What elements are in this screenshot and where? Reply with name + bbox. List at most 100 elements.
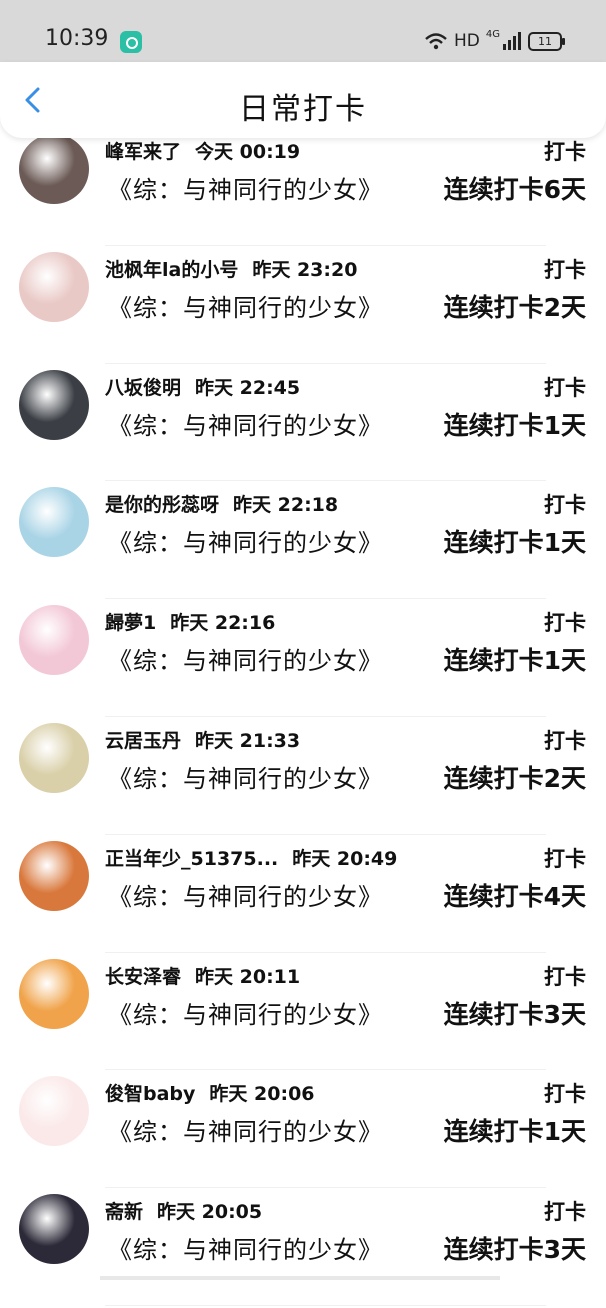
- avatar[interactable]: [19, 369, 89, 440]
- list-item[interactable]: 云居玉丹 昨天 21:33 《综：与神同行的少女》 打卡 连续打卡2天: [0, 719, 606, 837]
- list-item[interactable]: 是你的彤蕊呀 昨天 22:18 《综：与神同行的少女》 打卡 连续打卡1天: [0, 483, 606, 601]
- user-name[interactable]: 正当年少_51375... 昨天 20:49: [105, 844, 397, 871]
- checkin-time: 昨天 22:18: [233, 494, 339, 517]
- checkin-time: 今天 00:19: [195, 141, 301, 163]
- book-title[interactable]: 《综：与神同行的少女》: [108, 995, 383, 1030]
- action-label: 打卡: [544, 257, 586, 282]
- user-name-text: 是你的彤蕊呀: [105, 494, 220, 517]
- status-bar: 10:39 HD 4G 11: [0, 0, 606, 64]
- user-name[interactable]: 是你的彤蕊呀 昨天 22:18: [105, 490, 338, 517]
- status-indicators: HD 4G 11: [424, 29, 565, 53]
- avatar[interactable]: [19, 487, 89, 558]
- list-item[interactable]: 斋新 昨天 20:05 《综：与神同行的少女》 打卡 连续打卡3天: [0, 1190, 606, 1308]
- divider: [105, 480, 546, 482]
- book-title[interactable]: 《综：与神同行的少女》: [108, 523, 383, 558]
- list-item[interactable]: 池枫年la的小号 昨天 23:20 《综：与神同行的少女》 打卡 连续打卡2天: [0, 248, 606, 366]
- user-name-text: 峰军来了: [105, 141, 182, 163]
- user-name-text: 正当年少_51375...: [105, 847, 279, 870]
- action-label: 打卡: [544, 1200, 586, 1225]
- divider: [105, 244, 546, 246]
- avatar[interactable]: [19, 134, 89, 204]
- action-label: 打卡: [544, 140, 586, 164]
- divider: [105, 951, 546, 953]
- checkin-time: 昨天 20:06: [209, 1083, 315, 1106]
- user-name-text: 俊智baby: [105, 1083, 196, 1106]
- divider: [105, 598, 546, 600]
- list-item[interactable]: 峰军来了 今天 00:19 《综：与神同行的少女》 打卡 连续打卡6天: [0, 130, 606, 248]
- user-name[interactable]: 八坂俊明 昨天 22:45: [105, 373, 300, 400]
- user-name[interactable]: 峰军来了 今天 00:19: [105, 137, 300, 164]
- checkin-time: 昨天 20:05: [157, 1201, 263, 1224]
- avatar[interactable]: [19, 251, 89, 322]
- network-gen-label: 4G: [485, 29, 500, 40]
- avatar[interactable]: [19, 1194, 89, 1265]
- book-title[interactable]: 《综：与神同行的少女》: [108, 759, 383, 794]
- user-name[interactable]: 池枫年la的小号 昨天 23:20: [105, 255, 357, 282]
- user-name[interactable]: 歸夢1 昨天 22:16: [105, 608, 275, 635]
- page-title: 日常打卡: [239, 92, 367, 127]
- user-name-text: 云居玉丹: [105, 729, 182, 752]
- book-title[interactable]: 《综：与神同行的少女》: [108, 170, 383, 205]
- streak-label: 连续打卡3天: [443, 999, 586, 1029]
- list-item[interactable]: 歸夢1 昨天 22:16 《综：与神同行的少女》 打卡 连续打卡1天: [0, 601, 606, 719]
- user-name-text: 八坂俊明: [105, 376, 182, 399]
- list-item[interactable]: 正当年少_51375... 昨天 20:49 《综：与神同行的少女》 打卡 连续打…: [0, 837, 606, 955]
- streak-label: 连续打卡2天: [443, 292, 586, 322]
- list-item[interactable]: 八坂俊明 昨天 22:45 《综：与神同行的少女》 打卡 连续打卡1天: [0, 366, 606, 484]
- streak-label: 连续打卡2天: [443, 763, 586, 793]
- streak-label: 连续打卡3天: [443, 1235, 586, 1265]
- avatar[interactable]: [19, 605, 89, 676]
- status-time: 10:39: [45, 26, 109, 51]
- navigation-bar: 日常打卡: [0, 62, 606, 138]
- checkin-time: 昨天 23:20: [252, 258, 358, 281]
- streak-label: 连续打卡4天: [443, 881, 586, 911]
- avatar[interactable]: [19, 1076, 89, 1147]
- book-title[interactable]: 《综：与神同行的少女》: [108, 288, 383, 323]
- user-name[interactable]: 俊智baby 昨天 20:06: [105, 1079, 315, 1106]
- checkin-list: 峰军来了 今天 00:19 《综：与神同行的少女》 打卡 连续打卡6天 池枫年la…: [0, 134, 606, 1308]
- divider: [105, 1304, 546, 1306]
- user-name[interactable]: 云居玉丹 昨天 21:33: [105, 726, 300, 753]
- book-title[interactable]: 《综：与神同行的少女》: [108, 877, 383, 912]
- checkin-time: 昨天 22:16: [170, 612, 276, 635]
- user-name[interactable]: 斋新 昨天 20:05: [105, 1197, 262, 1224]
- list-item[interactable]: 俊智baby 昨天 20:06 《综：与神同行的少女》 打卡 连续打卡1天: [0, 1072, 606, 1190]
- divider: [105, 1187, 546, 1189]
- action-label: 打卡: [544, 728, 586, 753]
- action-label: 打卡: [544, 493, 586, 518]
- checkin-time: 昨天 22:45: [195, 376, 301, 399]
- book-title[interactable]: 《综：与神同行的少女》: [108, 406, 383, 441]
- action-label: 打卡: [544, 611, 586, 636]
- list-item[interactable]: 长安泽睿 昨天 20:11 《综：与神同行的少女》 打卡 连续打卡3天: [0, 955, 606, 1073]
- user-name-text: 斋新: [105, 1201, 144, 1224]
- checkin-time: 昨天 21:33: [195, 729, 301, 752]
- action-label: 打卡: [544, 1082, 586, 1107]
- book-title[interactable]: 《综：与神同行的少女》: [108, 641, 383, 676]
- checkin-time: 昨天 20:49: [292, 847, 398, 870]
- avatar[interactable]: [19, 722, 89, 793]
- streak-label: 连续打卡1天: [443, 410, 586, 440]
- user-name[interactable]: 长安泽睿 昨天 20:11: [105, 962, 300, 989]
- action-label: 打卡: [544, 375, 586, 400]
- book-title[interactable]: 《综：与神同行的少女》: [108, 1230, 383, 1265]
- scroll-indicator: [100, 1276, 500, 1280]
- checkin-time: 昨天 20:11: [195, 965, 301, 988]
- user-name-text: 池枫年la的小号: [105, 258, 239, 281]
- streak-label: 连续打卡6天: [443, 175, 586, 204]
- book-title[interactable]: 《综：与神同行的少女》: [108, 1112, 383, 1147]
- avatar[interactable]: [19, 958, 89, 1029]
- divider: [105, 1069, 546, 1071]
- divider: [105, 715, 546, 717]
- divider: [105, 362, 546, 364]
- streak-label: 连续打卡1天: [443, 528, 586, 558]
- action-label: 打卡: [544, 964, 586, 989]
- divider: [105, 833, 546, 835]
- avatar[interactable]: [19, 840, 89, 911]
- user-name-text: 长安泽睿: [105, 965, 182, 988]
- battery-icon: 11: [528, 31, 565, 51]
- app-notification-icon: [120, 31, 142, 53]
- network-hd-label: HD: [454, 31, 480, 51]
- user-name-text: 歸夢1: [105, 612, 157, 635]
- streak-label: 连续打卡1天: [443, 1117, 586, 1147]
- signal-icon: [503, 32, 521, 50]
